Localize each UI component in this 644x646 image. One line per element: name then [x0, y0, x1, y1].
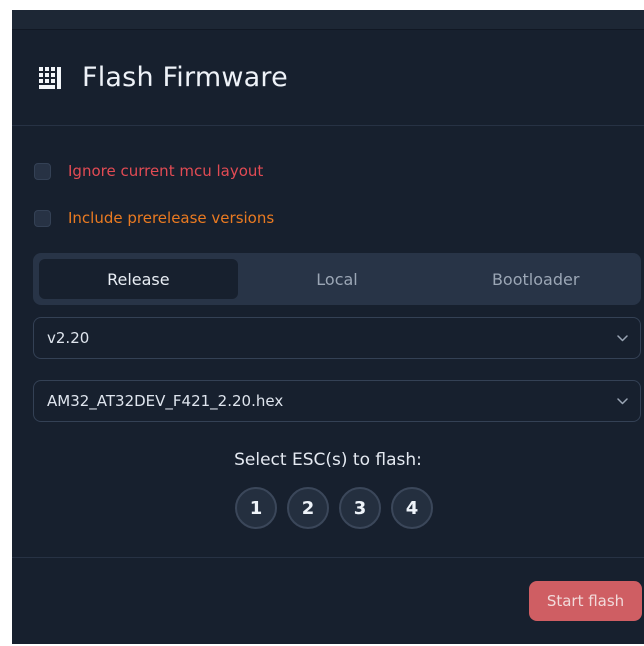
- flash-firmware-icon: [39, 66, 61, 89]
- firmware-file-select-value: AM32_AT32DEV_F421_2.20.hex: [47, 392, 284, 410]
- footer-divider: [12, 557, 644, 558]
- prerelease-label: Include prerelease versions: [68, 209, 275, 227]
- start-flash-button[interactable]: Start flash: [529, 581, 642, 621]
- prerelease-checkbox-row[interactable]: Include prerelease versions: [34, 206, 274, 230]
- dialog-title: Flash Firmware: [82, 62, 288, 93]
- version-select[interactable]: v2.20: [33, 317, 641, 359]
- top-strip: [12, 10, 644, 30]
- dialog-header: Flash Firmware: [12, 30, 644, 126]
- tab-local[interactable]: Local: [238, 259, 437, 299]
- esc-4-button[interactable]: 4: [391, 487, 433, 529]
- chevron-down-icon: [617, 334, 628, 341]
- ignore-layout-checkbox[interactable]: [34, 162, 51, 180]
- prerelease-checkbox[interactable]: [34, 209, 51, 227]
- version-select-value: v2.20: [47, 329, 90, 347]
- esc-2-button[interactable]: 2: [287, 487, 329, 529]
- flash-firmware-dialog: Flash Firmware Ignore current mcu layout…: [12, 10, 644, 644]
- chevron-down-icon: [617, 397, 628, 404]
- tab-bootloader[interactable]: Bootloader: [436, 259, 635, 299]
- firmware-source-tabs: Release Local Bootloader: [33, 253, 641, 305]
- esc-selection-label: Select ESC(s) to flash:: [234, 450, 422, 470]
- page: Flash Firmware Ignore current mcu layout…: [0, 0, 644, 646]
- esc-button-group: 1 2 3 4: [235, 487, 445, 529]
- ignore-layout-label: Ignore current mcu layout: [68, 162, 264, 180]
- esc-3-button[interactable]: 3: [339, 487, 381, 529]
- ignore-layout-checkbox-row[interactable]: Ignore current mcu layout: [34, 159, 263, 183]
- esc-1-button[interactable]: 1: [235, 487, 277, 529]
- firmware-file-select[interactable]: AM32_AT32DEV_F421_2.20.hex: [33, 380, 641, 422]
- tab-release[interactable]: Release: [39, 259, 238, 299]
